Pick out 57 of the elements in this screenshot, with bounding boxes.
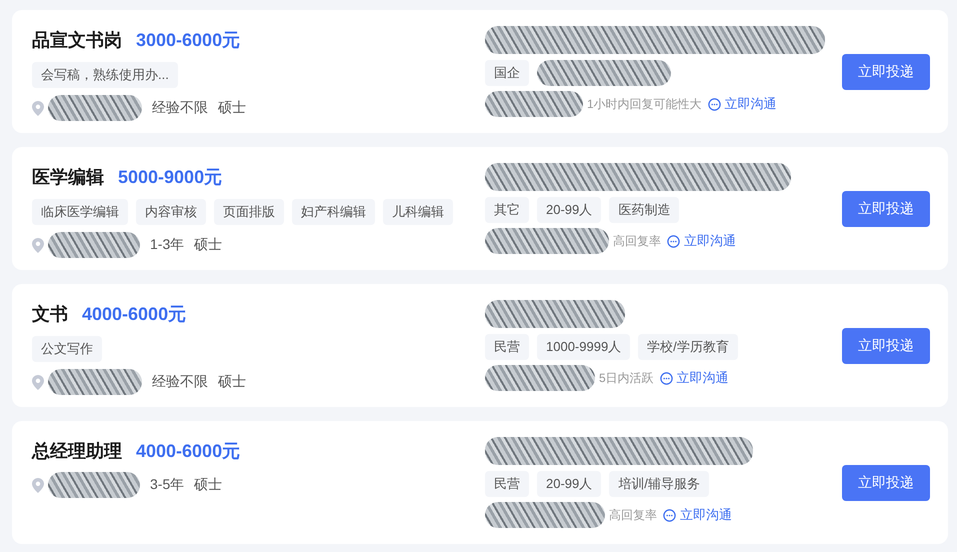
company-tag: 20-99人 xyxy=(537,471,602,497)
experience: 1-3年 xyxy=(150,236,184,254)
skill-tag: 儿科编辑 xyxy=(383,199,453,225)
company-tag: 医药制造 xyxy=(609,197,680,223)
degree: 硕士 xyxy=(194,236,222,254)
skill-tag: 内容审核 xyxy=(136,199,206,225)
job-card[interactable]: 文书 4000-6000元 公文写作 经验不限 硕士 民营 1000-9999人 学校/学历教育 5日内活跃 立即沟通 立即投递 xyxy=(12,284,948,407)
job-title: 医学编辑 xyxy=(32,166,104,189)
salary: 4000-6000元 xyxy=(136,440,240,463)
company-tag: 20-99人 xyxy=(537,197,602,223)
activity-status: 1小时内回复可能性大 xyxy=(587,96,702,112)
company-tag: 培训/辅导服务 xyxy=(609,471,709,497)
company-tag: 学校/学历教育 xyxy=(638,334,738,360)
job-card[interactable]: 品宣文书岗 3000-6000元 会写稿，熟练使用办... 经验不限 硕士 国企 1小时内回复可能性大 立即沟通 立即投递 xyxy=(12,10,948,133)
salary: 3000-6000元 xyxy=(136,29,240,52)
activity-status: 5日内活跃 xyxy=(599,370,654,386)
company-tag: 1000-9999人 xyxy=(537,334,630,360)
degree: 硕士 xyxy=(194,476,222,494)
degree: 硕士 xyxy=(218,99,246,117)
salary: 4000-6000元 xyxy=(82,303,186,326)
skill-tag: 妇产科编辑 xyxy=(292,199,375,225)
chat-link[interactable]: 立即沟通 xyxy=(708,95,777,113)
job-card[interactable]: 医学编辑 5000-9000元 临床医学编辑 内容审核 页面排版 妇产科编辑 儿科编辑 1-3年 硕士 其它 20-99人 医药制造 高回复率 立即沟通 立即投递 xyxy=(12,147,948,270)
company-tag: 民营 xyxy=(485,471,529,497)
degree: 硕士 xyxy=(218,373,246,391)
company-tag: 国企 xyxy=(485,60,529,86)
apply-button[interactable]: 立即投递 xyxy=(842,465,930,501)
location-pin-icon xyxy=(32,100,44,116)
job-card[interactable]: 总经理助理 4000-6000元 3-5年 硕士 民营 20-99人 培训/辅导服务 高回复率 立即沟通 立即投递 xyxy=(12,421,948,544)
experience: 经验不限 xyxy=(152,373,208,391)
chat-link[interactable]: 立即沟通 xyxy=(660,369,729,387)
job-title: 品宣文书岗 xyxy=(32,29,122,52)
company-tag: 其它 xyxy=(485,197,529,223)
skill-tag: 公文写作 xyxy=(32,336,102,362)
activity-status: 高回复率 xyxy=(609,506,657,524)
salary: 5000-9000元 xyxy=(118,166,222,189)
location-pin-icon xyxy=(32,478,44,492)
company-tag: 民营 xyxy=(485,334,529,360)
location-pin-icon xyxy=(32,238,44,252)
apply-button[interactable]: 立即投递 xyxy=(842,328,930,364)
chat-icon xyxy=(708,98,721,110)
skill-tag: 页面排版 xyxy=(214,199,284,225)
experience: 3-5年 xyxy=(150,476,184,494)
apply-button[interactable]: 立即投递 xyxy=(842,191,930,227)
chat-icon xyxy=(667,234,680,248)
apply-button[interactable]: 立即投递 xyxy=(842,54,930,90)
location-pin-icon xyxy=(32,374,44,390)
skill-tag: 临床医学编辑 xyxy=(32,199,128,225)
job-title: 文书 xyxy=(32,303,68,326)
chat-link[interactable]: 立即沟通 xyxy=(663,506,732,524)
chat-icon xyxy=(660,372,673,384)
chat-icon xyxy=(663,508,676,522)
chat-link[interactable]: 立即沟通 xyxy=(667,232,736,250)
experience: 经验不限 xyxy=(152,99,208,117)
job-title: 总经理助理 xyxy=(32,440,122,463)
skill-tag: 会写稿，熟练使用办... xyxy=(32,62,178,88)
activity-status: 高回复率 xyxy=(613,232,661,250)
